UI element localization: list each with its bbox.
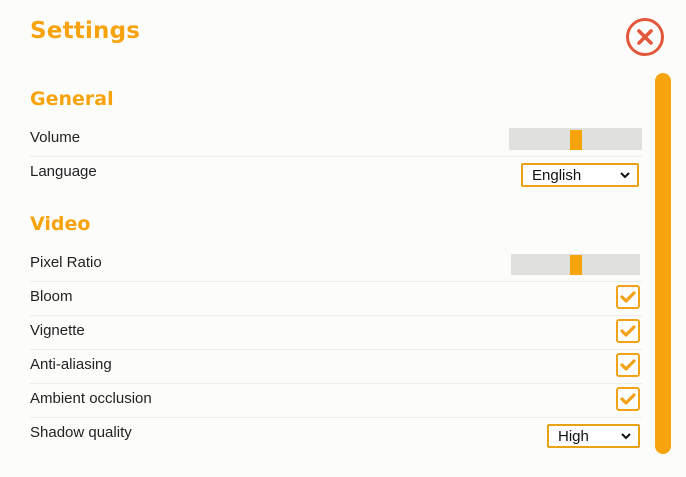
setting-row-bloom: Bloom bbox=[30, 282, 642, 316]
setting-row-shadow-quality: Shadow quality High bbox=[30, 418, 642, 452]
checkmark-icon bbox=[620, 359, 636, 371]
checkmark-icon bbox=[620, 291, 636, 303]
anti-aliasing-label: Anti-aliasing bbox=[30, 356, 112, 373]
close-x-icon bbox=[637, 29, 653, 45]
anti-aliasing-checkbox[interactable] bbox=[616, 353, 640, 377]
chevron-down-icon bbox=[621, 433, 631, 440]
language-select-value: English bbox=[532, 166, 582, 184]
volume-slider-thumb[interactable] bbox=[570, 130, 582, 150]
section-title-video: Video bbox=[30, 213, 91, 235]
language-label: Language bbox=[30, 163, 97, 180]
settings-title: Settings bbox=[30, 18, 141, 44]
shadow-quality-label: Shadow quality bbox=[30, 424, 132, 441]
chevron-down-icon bbox=[620, 172, 630, 179]
setting-row-vignette: Vignette bbox=[30, 316, 642, 350]
ambient-occlusion-label: Ambient occlusion bbox=[30, 390, 152, 407]
vignette-label: Vignette bbox=[30, 322, 85, 339]
pixel-ratio-slider[interactable] bbox=[511, 254, 640, 275]
setting-row-pixel-ratio: Pixel Ratio bbox=[30, 248, 642, 282]
settings-panel: Settings General Volume Language English… bbox=[0, 0, 686, 477]
bloom-checkbox[interactable] bbox=[616, 285, 640, 309]
setting-row-anti-aliasing: Anti-aliasing bbox=[30, 350, 642, 384]
setting-row-volume: Volume bbox=[30, 123, 642, 157]
setting-row-language: Language English bbox=[30, 157, 642, 191]
volume-slider[interactable] bbox=[509, 128, 642, 150]
checkmark-icon bbox=[620, 393, 636, 405]
scrollbar[interactable] bbox=[655, 73, 671, 454]
setting-row-ambient-occlusion: Ambient occlusion bbox=[30, 384, 642, 418]
vignette-checkbox[interactable] bbox=[616, 319, 640, 343]
bloom-label: Bloom bbox=[30, 288, 73, 305]
close-button[interactable] bbox=[626, 18, 664, 56]
shadow-quality-select-value: High bbox=[558, 427, 589, 445]
pixel-ratio-slider-thumb[interactable] bbox=[570, 255, 582, 275]
pixel-ratio-label: Pixel Ratio bbox=[30, 254, 102, 271]
section-title-general: General bbox=[30, 88, 114, 110]
checkmark-icon bbox=[620, 325, 636, 337]
ambient-occlusion-checkbox[interactable] bbox=[616, 387, 640, 411]
shadow-quality-select[interactable]: High bbox=[547, 424, 640, 448]
language-select[interactable]: English bbox=[521, 163, 639, 187]
volume-label: Volume bbox=[30, 129, 81, 146]
